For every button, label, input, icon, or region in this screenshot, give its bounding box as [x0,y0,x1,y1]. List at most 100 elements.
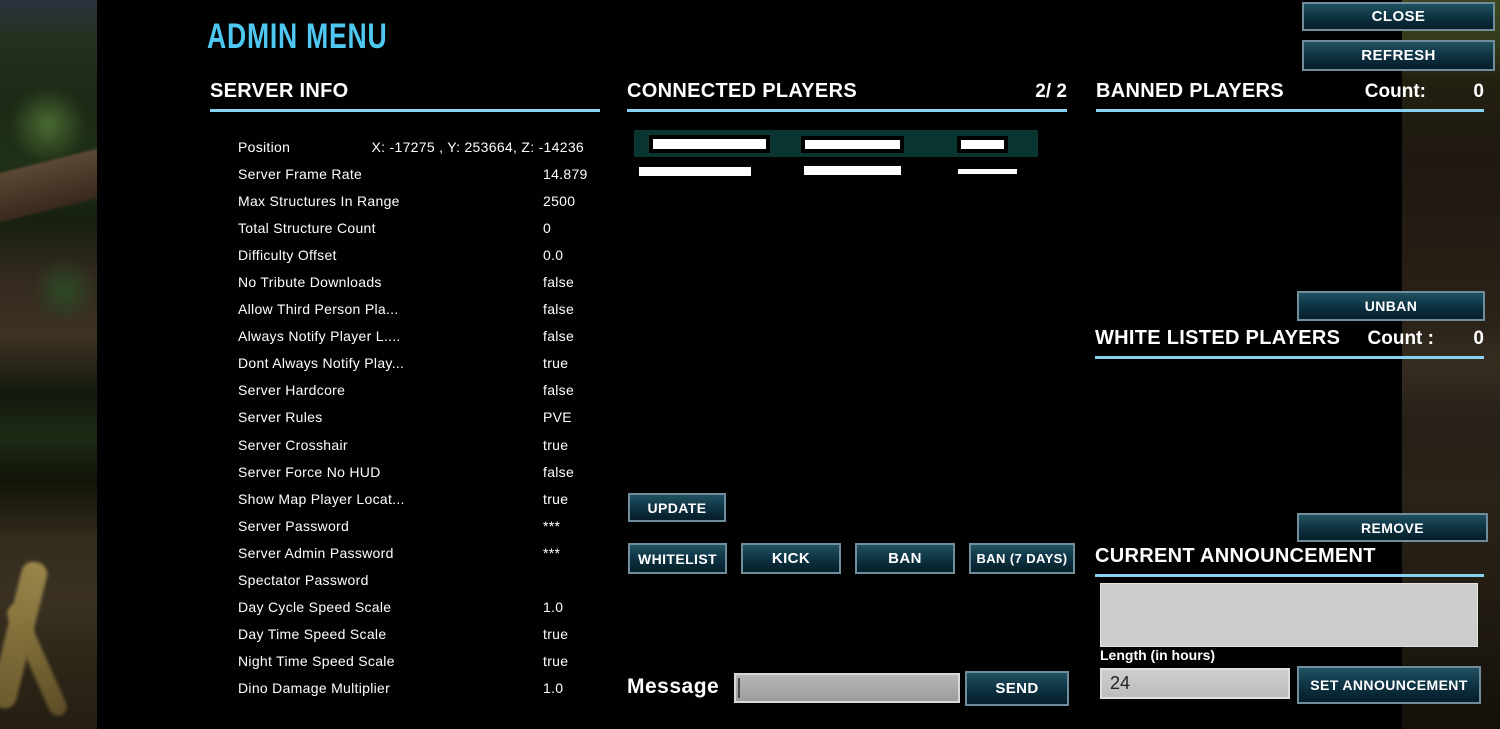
ark-admin-menu-screen: ADMIN MENU CLOSE REFRESH SERVER INFO Pos… [0,0,1500,729]
update-button[interactable]: UPDATE [628,493,726,522]
ban-button[interactable]: BAN [855,543,955,574]
server-info-row: Always Notify Player L....false [238,323,584,350]
server-info-row: Show Map Player Locat...true [238,485,584,512]
game-background-left [0,0,97,729]
redacted-player-name [958,169,1017,174]
info-value: 2500 [543,193,575,209]
info-label: Spectator Password [238,572,543,588]
server-info-row: Spectator Password [238,567,584,594]
info-label: Show Map Player Locat... [238,491,543,507]
server-info-row: No Tribute Downloadsfalse [238,268,584,295]
server-info-row: Position X: -17275 , Y: 253664, Z: -14236 [238,133,584,160]
close-button[interactable]: CLOSE [1302,2,1495,31]
length-in-hours-label: Length (in hours) [1100,647,1215,663]
info-label: Server Rules [238,409,543,425]
message-input[interactable] [734,673,960,703]
info-label: Server Frame Rate [238,166,543,182]
whitelist-button[interactable]: WHITELIST [628,543,727,574]
server-info-row: Server Hardcorefalse [238,377,584,404]
server-info-row: Difficulty Offset0.0 [238,241,584,268]
foliage-decoration [8,90,88,160]
info-value: 0.0 [543,247,563,263]
info-label: Always Notify Player L.... [238,328,543,344]
send-button[interactable]: SEND [965,671,1069,706]
info-label: Total Structure Count [238,220,543,236]
info-value: *** [543,518,560,534]
server-info-row: Day Time Speed Scaletrue [238,621,584,648]
server-info-list: Position X: -17275 , Y: 253664, Z: -14236… [238,133,584,702]
announcement-textarea[interactable] [1100,583,1478,647]
info-value: 1.0 [543,680,563,696]
section-title: CONNECTED PLAYERS [627,80,857,103]
info-label: Server Hardcore [238,382,543,398]
info-value: true [543,491,568,507]
server-info-row: Server Force No HUDfalse [238,458,584,485]
info-label: Dino Damage Multiplier [238,680,543,696]
info-value: true [543,626,568,642]
redacted-player-name [957,136,1008,153]
server-info-row: Max Structures In Range2500 [238,187,584,214]
info-label: Day Cycle Speed Scale [238,599,543,615]
server-info-heading: SERVER INFO [210,80,600,112]
info-value: 14.879 [543,166,588,182]
current-announcement-heading: CURRENT ANNOUNCEMENT [1095,545,1484,577]
info-value: false [543,382,574,398]
banned-players-heading: BANNED PLAYERS Count: 0 [1096,80,1484,112]
ban-7-days-button[interactable]: BAN (7 DAYS) [969,543,1075,574]
redacted-player-name [649,135,770,153]
server-info-row: Total Structure Count0 [238,214,584,241]
server-info-row: Dont Always Notify Play...true [238,350,584,377]
info-value: 1.0 [543,599,563,615]
info-label: Allow Third Person Pla... [238,301,543,317]
info-value: true [543,355,568,371]
length-in-hours-input[interactable] [1100,668,1290,699]
page-title: ADMIN MENU [207,17,387,57]
info-label: Position [238,139,290,155]
section-title: BANNED PLAYERS [1096,80,1284,103]
info-value: X: -17275 , Y: 253664, Z: -14236 [372,139,585,155]
admin-menu-panel: ADMIN MENU CLOSE REFRESH SERVER INFO Pos… [97,0,1402,729]
info-label: Difficulty Offset [238,247,543,263]
info-value: 0 [543,220,551,236]
redacted-player-name [801,136,904,153]
info-value: true [543,437,568,453]
redacted-player-name [804,166,901,175]
server-info-row: Day Cycle Speed Scale1.0 [238,594,584,621]
section-title: CURRENT ANNOUNCEMENT [1095,545,1376,568]
section-title: WHITE LISTED PLAYERS [1095,327,1340,350]
unban-button[interactable]: UNBAN [1297,291,1485,321]
text-caret [738,678,740,698]
server-info-row: Allow Third Person Pla...false [238,296,584,323]
info-label: Server Force No HUD [238,464,543,480]
info-value: false [543,301,574,317]
info-value: PVE [543,409,572,425]
info-label: Server Password [238,518,543,534]
info-label: Server Crosshair [238,437,543,453]
banned-count: 0 [1426,81,1484,103]
info-value: false [543,274,574,290]
info-value: false [543,464,574,480]
info-label: Max Structures In Range [238,193,543,209]
kick-button[interactable]: KICK [741,543,841,574]
server-info-row: Server Frame Rate14.879 [238,160,584,187]
server-info-row: Server RulesPVE [238,404,584,431]
info-label: Night Time Speed Scale [238,653,543,669]
connected-players-heading: CONNECTED PLAYERS 2/ 2 [627,80,1067,112]
server-info-row: Night Time Speed Scaletrue [238,648,584,675]
remove-button[interactable]: REMOVE [1297,513,1488,542]
server-info-row: Dino Damage Multiplier1.0 [238,675,584,702]
info-label: Dont Always Notify Play... [238,355,543,371]
info-value: *** [543,545,560,561]
foliage-decoration [30,260,97,320]
server-info-row: Server Crosshairtrue [238,431,584,458]
info-label: Server Admin Password [238,545,543,561]
server-info-row: Server Password*** [238,512,584,539]
whitelisted-players-heading: WHITE LISTED PLAYERS Count : 0 [1095,327,1484,359]
set-announcement-button[interactable]: SET ANNOUNCEMENT [1297,666,1481,704]
message-label: Message [627,675,719,699]
info-value: false [543,328,574,344]
info-label: Day Time Speed Scale [238,626,543,642]
refresh-button[interactable]: REFRESH [1302,40,1495,71]
info-label: No Tribute Downloads [238,274,543,290]
count-label: Count : [1368,328,1434,350]
